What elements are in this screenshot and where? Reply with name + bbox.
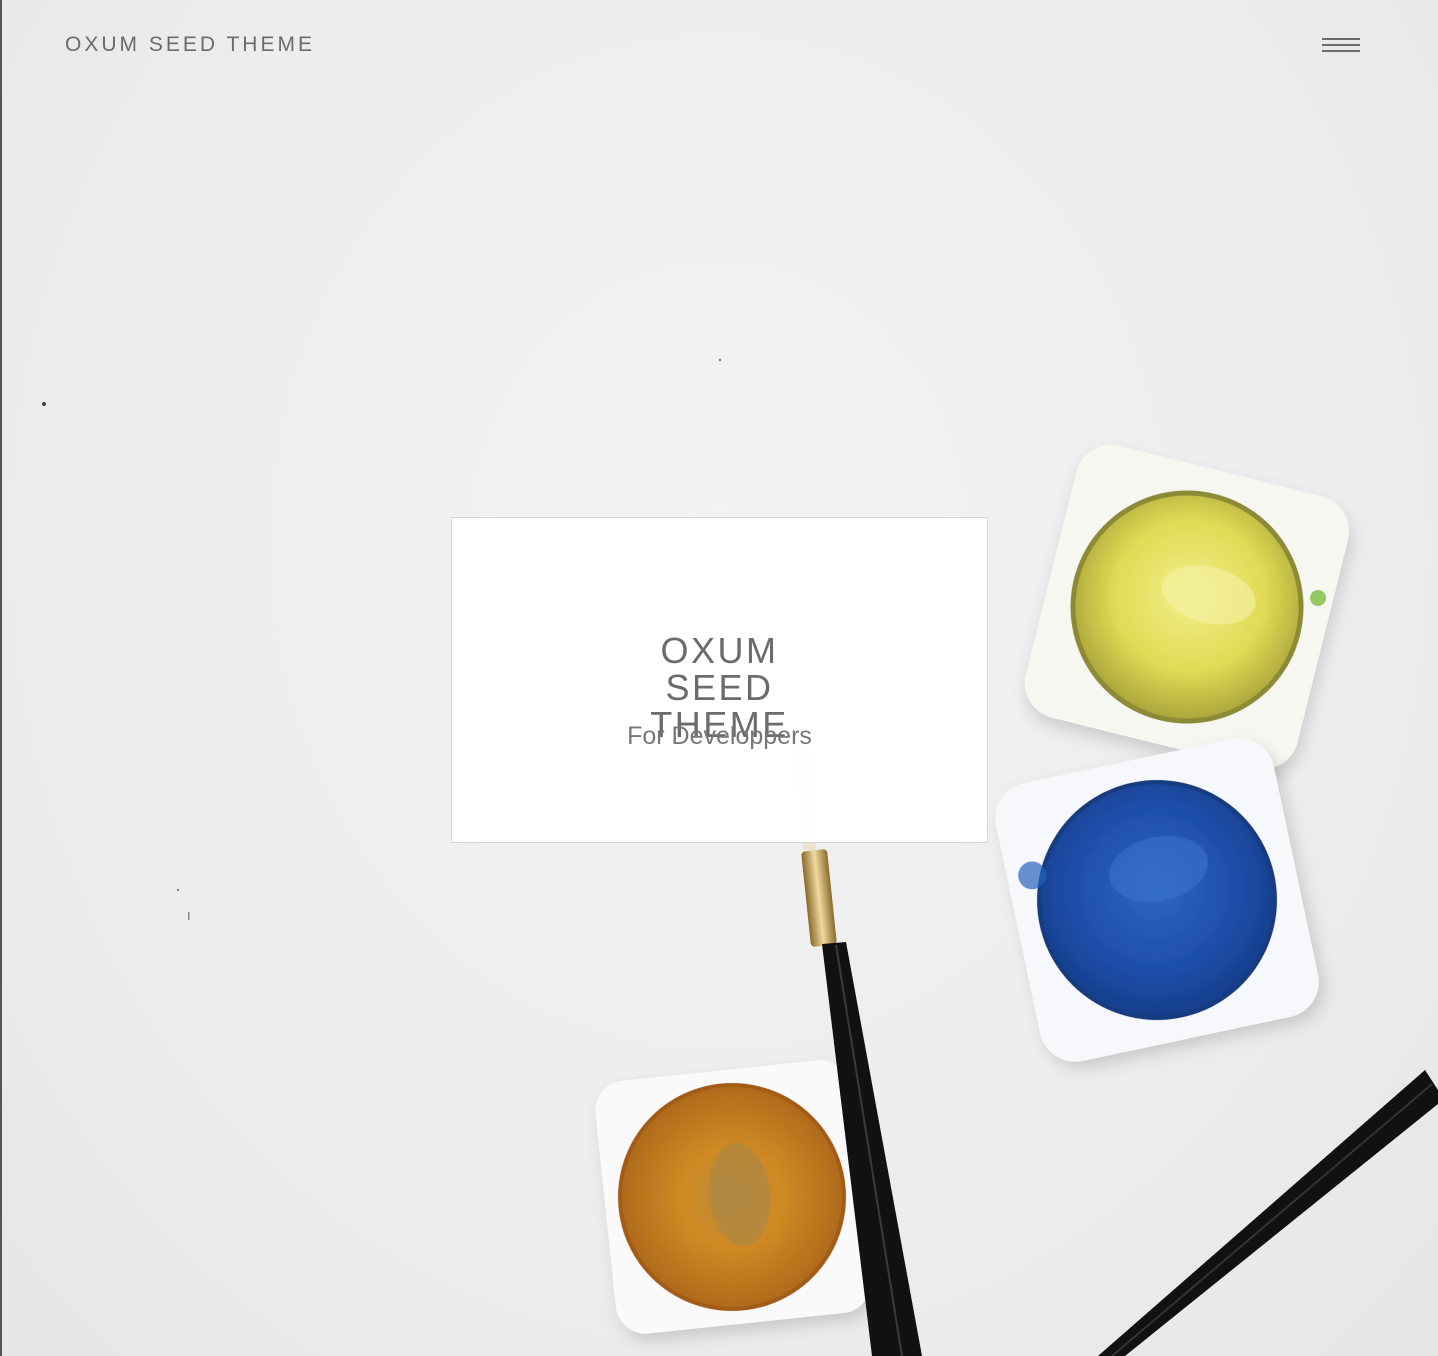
top-navigation-bar: OXUM SEED THEME (0, 0, 1438, 92)
hero-section: OXUM SEED THEME OXUM SEED THEME For Deve… (0, 0, 1438, 1356)
hero-subtitle: For Developpers (627, 722, 812, 750)
site-brand-link[interactable]: OXUM SEED THEME (65, 33, 315, 57)
viewport-left-border (0, 0, 2, 1356)
hamburger-menu-button[interactable] (1316, 30, 1364, 62)
hero-title-card: OXUM SEED THEME For Developpers (451, 517, 988, 843)
